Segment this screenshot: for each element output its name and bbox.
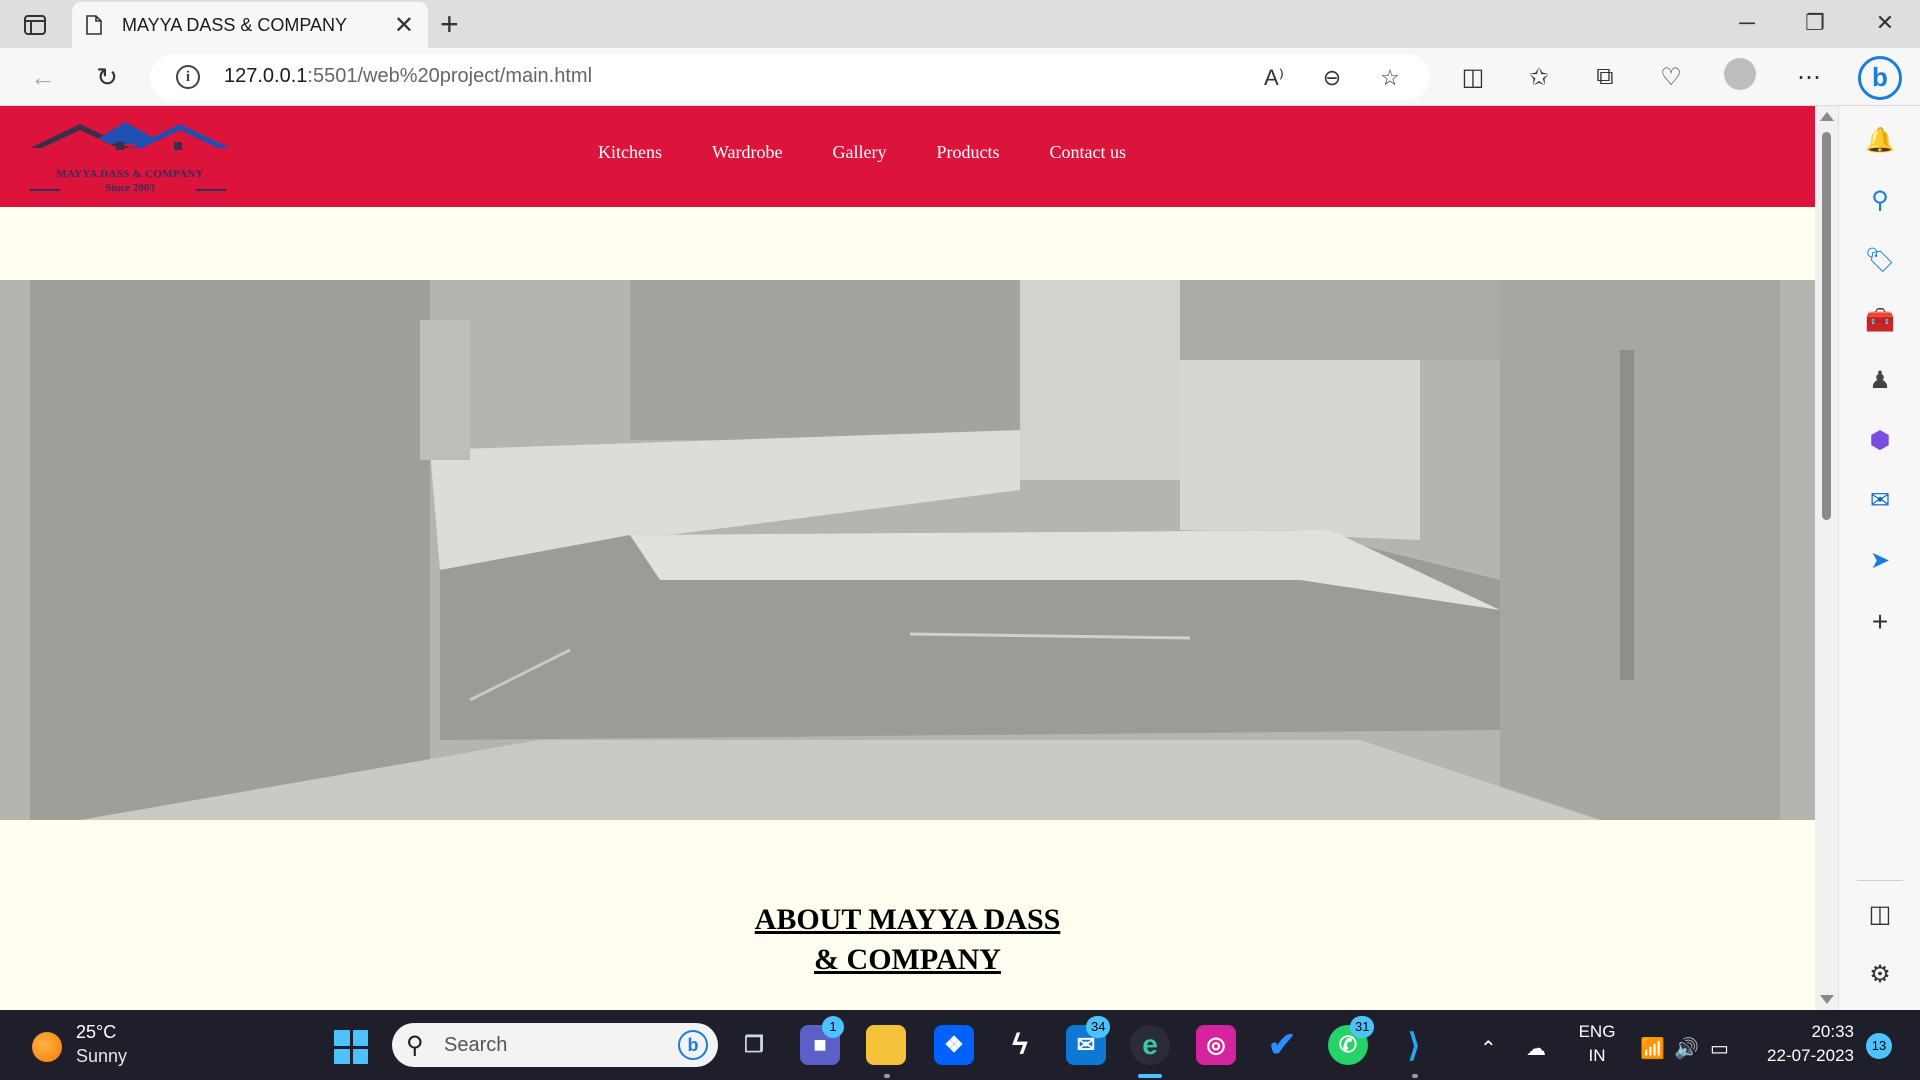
kitchen-photo-illustration xyxy=(0,280,1815,820)
file-explorer-running-indicator xyxy=(884,1074,890,1078)
onedrive-cloud-icon[interactable]: ☁ xyxy=(1526,1036,1546,1061)
zoom-out-icon[interactable]: ⊖ xyxy=(1318,64,1346,92)
page-scrollbar[interactable] xyxy=(1815,106,1838,1010)
tab-actions-icon[interactable] xyxy=(20,12,50,38)
clock-date[interactable]: 22-07-2023 xyxy=(1754,1046,1854,1066)
microsoft-365-icon[interactable]: ⬢ xyxy=(1864,424,1896,456)
search-icon[interactable]: ⚲ xyxy=(1864,184,1896,216)
games-chess-icon[interactable]: ♟ xyxy=(1864,364,1896,396)
weather-condition[interactable]: Sunny xyxy=(76,1046,127,1067)
favorite-star-icon[interactable]: ☆ xyxy=(1376,64,1404,92)
logo-since: Since 2003 xyxy=(105,182,155,194)
document-icon xyxy=(86,15,102,35)
clock-time[interactable]: 20:33 xyxy=(1754,1022,1854,1042)
bell-icon[interactable]: 🔔 xyxy=(1864,124,1896,156)
active-tab[interactable]: MAYYA DASS & COMPANY ✕ xyxy=(72,2,428,48)
site-info-icon[interactable]: i xyxy=(176,65,200,89)
edge-sidebar: 🔔 ⚲ 🏷 🧰 ♟ ⬢ ✉ ➤ + ◫ ⚙ xyxy=(1838,106,1920,1010)
outlook-icon[interactable]: ✉ xyxy=(1864,484,1896,516)
whatsapp-badge: 31 xyxy=(1350,1016,1375,1038)
about-heading: ABOUT MAYYA DASS & COMPANY xyxy=(754,903,1061,976)
settings-gear-icon[interactable]: ⚙ xyxy=(1864,958,1896,990)
refresh-icon[interactable]: ↻ xyxy=(92,62,122,92)
favorites-icon[interactable]: ✩ xyxy=(1524,62,1554,92)
language-code[interactable]: ENG xyxy=(1572,1022,1622,1042)
language-region[interactable]: IN xyxy=(1572,1046,1622,1066)
toolbox-icon[interactable]: 🧰 xyxy=(1864,304,1896,336)
collections-icon[interactable]: ⧉ xyxy=(1590,62,1620,92)
back-icon[interactable]: ← xyxy=(28,62,58,92)
company-logo[interactable]: MAYYA DASS & COMPANY Since 2003 xyxy=(30,120,230,196)
nav-kitchens[interactable]: Kitchens xyxy=(598,142,662,163)
scrollbar-thumb[interactable] xyxy=(1822,132,1831,520)
windows-taskbar: 25°C Sunny ⚲ Search b ❐ ■ 1 ❖ ϟ ✉ 34 e ◎… xyxy=(0,1010,1920,1080)
lightning-app-icon[interactable]: ϟ xyxy=(1000,1025,1040,1065)
page-viewport: MAYYA DASS & COMPANY Since 2003 Kitchens… xyxy=(0,106,1815,1010)
close-tab-icon[interactable]: ✕ xyxy=(394,11,414,40)
mail-badge: 34 xyxy=(1086,1016,1111,1038)
more-icon[interactable]: ⋯ xyxy=(1794,62,1824,92)
battery-icon[interactable]: ▭ xyxy=(1710,1036,1729,1061)
read-aloud-icon[interactable]: A⁾ xyxy=(1260,64,1288,92)
url-text[interactable]: 127.0.0.1:5501/web%20project/main.html xyxy=(224,65,592,88)
dropbox-icon[interactable]: ❖ xyxy=(934,1025,974,1065)
nav-contact-us[interactable]: Contact us xyxy=(1049,142,1126,163)
notification-count-badge[interactable]: 13 xyxy=(1866,1033,1892,1059)
shopping-tag-icon[interactable]: 🏷 xyxy=(1864,244,1896,276)
main-navigation: Kitchens Wardrobe Gallery Products Conta… xyxy=(598,142,1176,163)
address-toolbar: ← ↻ i 127.0.0.1:5501/web%20project/main.… xyxy=(0,48,1920,106)
new-tab-button[interactable]: + xyxy=(440,8,459,40)
bing-copilot-icon[interactable]: b xyxy=(1858,56,1902,100)
edge-active-indicator xyxy=(1138,1074,1162,1078)
sidebar-panel-icon[interactable]: ◫ xyxy=(1864,898,1896,930)
sidebar-divider xyxy=(1857,880,1903,881)
edge-browser-icon[interactable]: e xyxy=(1130,1025,1170,1065)
add-icon[interactable]: + xyxy=(1864,606,1896,638)
teams-badge: 1 xyxy=(822,1016,844,1038)
search-magnifier-icon: ⚲ xyxy=(406,1032,424,1059)
scroll-up-arrow-icon[interactable] xyxy=(1820,112,1834,121)
restore-icon[interactable]: ❐ xyxy=(1800,10,1830,36)
minimize-icon[interactable]: ─ xyxy=(1732,10,1762,36)
browser-essentials-icon[interactable]: ♡ xyxy=(1656,62,1686,92)
split-screen-icon[interactable]: ◫ xyxy=(1458,62,1488,92)
vscode-icon[interactable]: ⟩ xyxy=(1394,1025,1434,1065)
instagram-icon[interactable]: ◎ xyxy=(1196,1025,1236,1065)
scroll-down-arrow-icon[interactable] xyxy=(1820,995,1834,1004)
house-roof-icon xyxy=(30,122,230,164)
weather-sun-icon[interactable] xyxy=(32,1032,62,1062)
send-drop-icon[interactable]: ➤ xyxy=(1864,544,1896,576)
logo-company-name: MAYYA DASS & COMPANY xyxy=(56,168,204,180)
volume-icon[interactable]: 🔊 xyxy=(1674,1036,1699,1061)
show-hidden-icons-chevron-icon[interactable]: ⌃ xyxy=(1480,1036,1497,1061)
site-header: MAYYA DASS & COMPANY Since 2003 Kitchens… xyxy=(0,106,1815,207)
file-explorer-icon[interactable] xyxy=(866,1025,906,1065)
taskbar-search[interactable]: ⚲ Search b xyxy=(392,1023,718,1067)
nav-gallery[interactable]: Gallery xyxy=(833,142,887,163)
tab-title: MAYYA DASS & COMPANY xyxy=(122,14,348,35)
logo-rule-right xyxy=(196,189,226,191)
start-windows-icon[interactable] xyxy=(334,1030,368,1064)
nav-products[interactable]: Products xyxy=(936,142,999,163)
weather-temperature[interactable]: 25°C xyxy=(76,1022,116,1043)
vscode-running-indicator xyxy=(1412,1074,1418,1078)
nav-wardrobe[interactable]: Wardrobe xyxy=(712,142,783,163)
hero-kitchen-image xyxy=(0,280,1815,820)
task-view-icon[interactable]: ❐ xyxy=(734,1025,774,1065)
address-bar[interactable]: i 127.0.0.1:5501/web%20project/main.html… xyxy=(150,54,1430,100)
todo-check-icon[interactable]: ✔ xyxy=(1262,1025,1302,1065)
profile-icon[interactable] xyxy=(1724,58,1756,90)
bing-search-icon: b xyxy=(678,1030,708,1060)
wifi-icon[interactable]: 📶 xyxy=(1640,1036,1665,1061)
taskbar-search-label: Search xyxy=(444,1034,508,1056)
close-window-icon[interactable]: ✕ xyxy=(1870,10,1900,36)
browser-tab-bar: MAYYA DASS & COMPANY ✕ + ─ ❐ ✕ xyxy=(0,0,1920,48)
